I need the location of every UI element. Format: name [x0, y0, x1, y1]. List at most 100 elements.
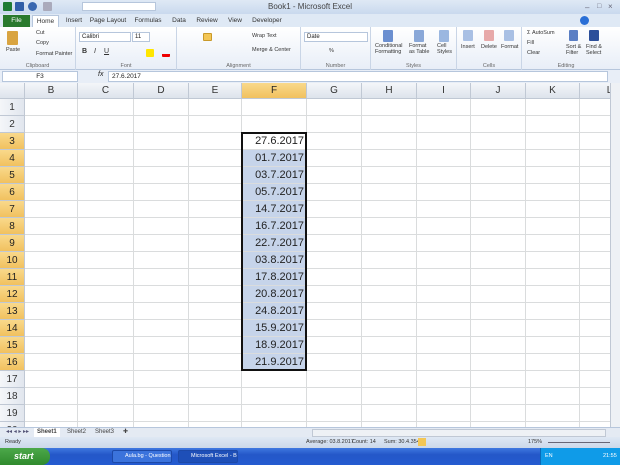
- cell-e18[interactable]: [189, 388, 242, 405]
- cell-d2[interactable]: [134, 116, 189, 133]
- paste-button[interactable]: Paste: [6, 47, 20, 53]
- cell-j4[interactable]: [471, 150, 526, 167]
- cell-c1[interactable]: [78, 99, 134, 116]
- wrap-text-button[interactable]: Wrap Text: [252, 33, 277, 39]
- column-header-e[interactable]: E: [189, 83, 242, 99]
- cell-c12[interactable]: [78, 286, 134, 303]
- cell-l3[interactable]: [580, 133, 610, 150]
- row-header-5[interactable]: 5: [0, 167, 25, 184]
- cell-f18[interactable]: [242, 388, 307, 405]
- cell-k1[interactable]: [526, 99, 580, 116]
- cell-f15[interactable]: 18.9.2017: [242, 337, 307, 354]
- cell-j14[interactable]: [471, 320, 526, 337]
- cell-k3[interactable]: [526, 133, 580, 150]
- row-header-1[interactable]: 1: [0, 99, 25, 116]
- cell-h16[interactable]: [362, 354, 417, 371]
- cell-k18[interactable]: [526, 388, 580, 405]
- cell-e10[interactable]: [189, 252, 242, 269]
- cell-e11[interactable]: [189, 269, 242, 286]
- cell-b12[interactable]: [25, 286, 78, 303]
- cell-e5[interactable]: [189, 167, 242, 184]
- number-format-select[interactable]: Date: [304, 32, 368, 42]
- cell-e1[interactable]: [189, 99, 242, 116]
- cell-styles-button[interactable]: Cell Styles: [437, 43, 452, 55]
- cell-k15[interactable]: [526, 337, 580, 354]
- column-header-i[interactable]: I: [417, 83, 471, 99]
- cell-i10[interactable]: [417, 252, 471, 269]
- cell-h13[interactable]: [362, 303, 417, 320]
- insert-button[interactable]: Insert: [461, 44, 475, 50]
- fill-color-icon[interactable]: [146, 49, 154, 57]
- horizontal-scrollbar[interactable]: [312, 429, 606, 437]
- cell-g13[interactable]: [307, 303, 362, 320]
- cell-d7[interactable]: [134, 201, 189, 218]
- cell-g10[interactable]: [307, 252, 362, 269]
- cell-g17[interactable]: [307, 371, 362, 388]
- cell-f10[interactable]: 03.8.2017: [242, 252, 307, 269]
- cell-k13[interactable]: [526, 303, 580, 320]
- bold-button[interactable]: B: [82, 48, 87, 55]
- cell-e9[interactable]: [189, 235, 242, 252]
- cell-b3[interactable]: [25, 133, 78, 150]
- cell-k4[interactable]: [526, 150, 580, 167]
- cell-j3[interactable]: [471, 133, 526, 150]
- column-header-l[interactable]: L: [580, 83, 610, 99]
- cell-k14[interactable]: [526, 320, 580, 337]
- cell-j16[interactable]: [471, 354, 526, 371]
- language-indicator[interactable]: EN: [545, 448, 553, 465]
- cell-d4[interactable]: [134, 150, 189, 167]
- sort-filter-icon[interactable]: [569, 30, 578, 41]
- cell-d10[interactable]: [134, 252, 189, 269]
- conditional-formatting-button[interactable]: Conditional Formatting: [375, 43, 403, 55]
- row-header-16[interactable]: 16: [0, 354, 25, 371]
- find-select-icon[interactable]: [589, 30, 599, 41]
- cell-c14[interactable]: [78, 320, 134, 337]
- sheet-tab-sheet2[interactable]: Sheet2: [64, 428, 89, 437]
- cell-b11[interactable]: [25, 269, 78, 286]
- cell-h3[interactable]: [362, 133, 417, 150]
- cell-f12[interactable]: 20.8.2017: [242, 286, 307, 303]
- merge-center-button[interactable]: Merge & Center: [252, 47, 291, 53]
- row-header-11[interactable]: 11: [0, 269, 25, 286]
- row-header-18[interactable]: 18: [0, 388, 25, 405]
- cell-f16[interactable]: 21.9.2017: [242, 354, 307, 371]
- cell-f3[interactable]: 27.6.2017: [242, 133, 307, 150]
- row-header-13[interactable]: 13: [0, 303, 25, 320]
- taskbar-item-excel[interactable]: Microsoft Excel - Book1: [178, 450, 238, 463]
- cell-c10[interactable]: [78, 252, 134, 269]
- cell-styles-icon[interactable]: [439, 30, 449, 42]
- cell-k19[interactable]: [526, 405, 580, 422]
- cell-k5[interactable]: [526, 167, 580, 184]
- cell-h9[interactable]: [362, 235, 417, 252]
- cell-b5[interactable]: [25, 167, 78, 184]
- sort-filter-button[interactable]: Sort & Filter: [566, 44, 581, 56]
- cell-d17[interactable]: [134, 371, 189, 388]
- cell-h7[interactable]: [362, 201, 417, 218]
- cell-j6[interactable]: [471, 184, 526, 201]
- cell-b2[interactable]: [25, 116, 78, 133]
- cell-k6[interactable]: [526, 184, 580, 201]
- cell-f1[interactable]: [242, 99, 307, 116]
- cell-i7[interactable]: [417, 201, 471, 218]
- sheet-nav-buttons[interactable]: ◂◂ ◂ ▸ ▸▸: [3, 428, 32, 437]
- row-header-3[interactable]: 3: [0, 133, 25, 150]
- cell-j11[interactable]: [471, 269, 526, 286]
- format-cells-icon[interactable]: [504, 30, 514, 41]
- cell-d1[interactable]: [134, 99, 189, 116]
- font-color-icon[interactable]: [162, 49, 170, 57]
- cell-l10[interactable]: [580, 252, 610, 269]
- autosum-button[interactable]: Σ AutoSum: [527, 30, 555, 36]
- cell-k12[interactable]: [526, 286, 580, 303]
- cell-b18[interactable]: [25, 388, 78, 405]
- cell-d18[interactable]: [134, 388, 189, 405]
- cell-l7[interactable]: [580, 201, 610, 218]
- cell-l17[interactable]: [580, 371, 610, 388]
- cell-h19[interactable]: [362, 405, 417, 422]
- cell-j13[interactable]: [471, 303, 526, 320]
- column-header-f[interactable]: F: [242, 83, 307, 99]
- cell-i13[interactable]: [417, 303, 471, 320]
- cell-l2[interactable]: [580, 116, 610, 133]
- conditional-formatting-icon[interactable]: [383, 30, 393, 42]
- cell-e6[interactable]: [189, 184, 242, 201]
- cell-b13[interactable]: [25, 303, 78, 320]
